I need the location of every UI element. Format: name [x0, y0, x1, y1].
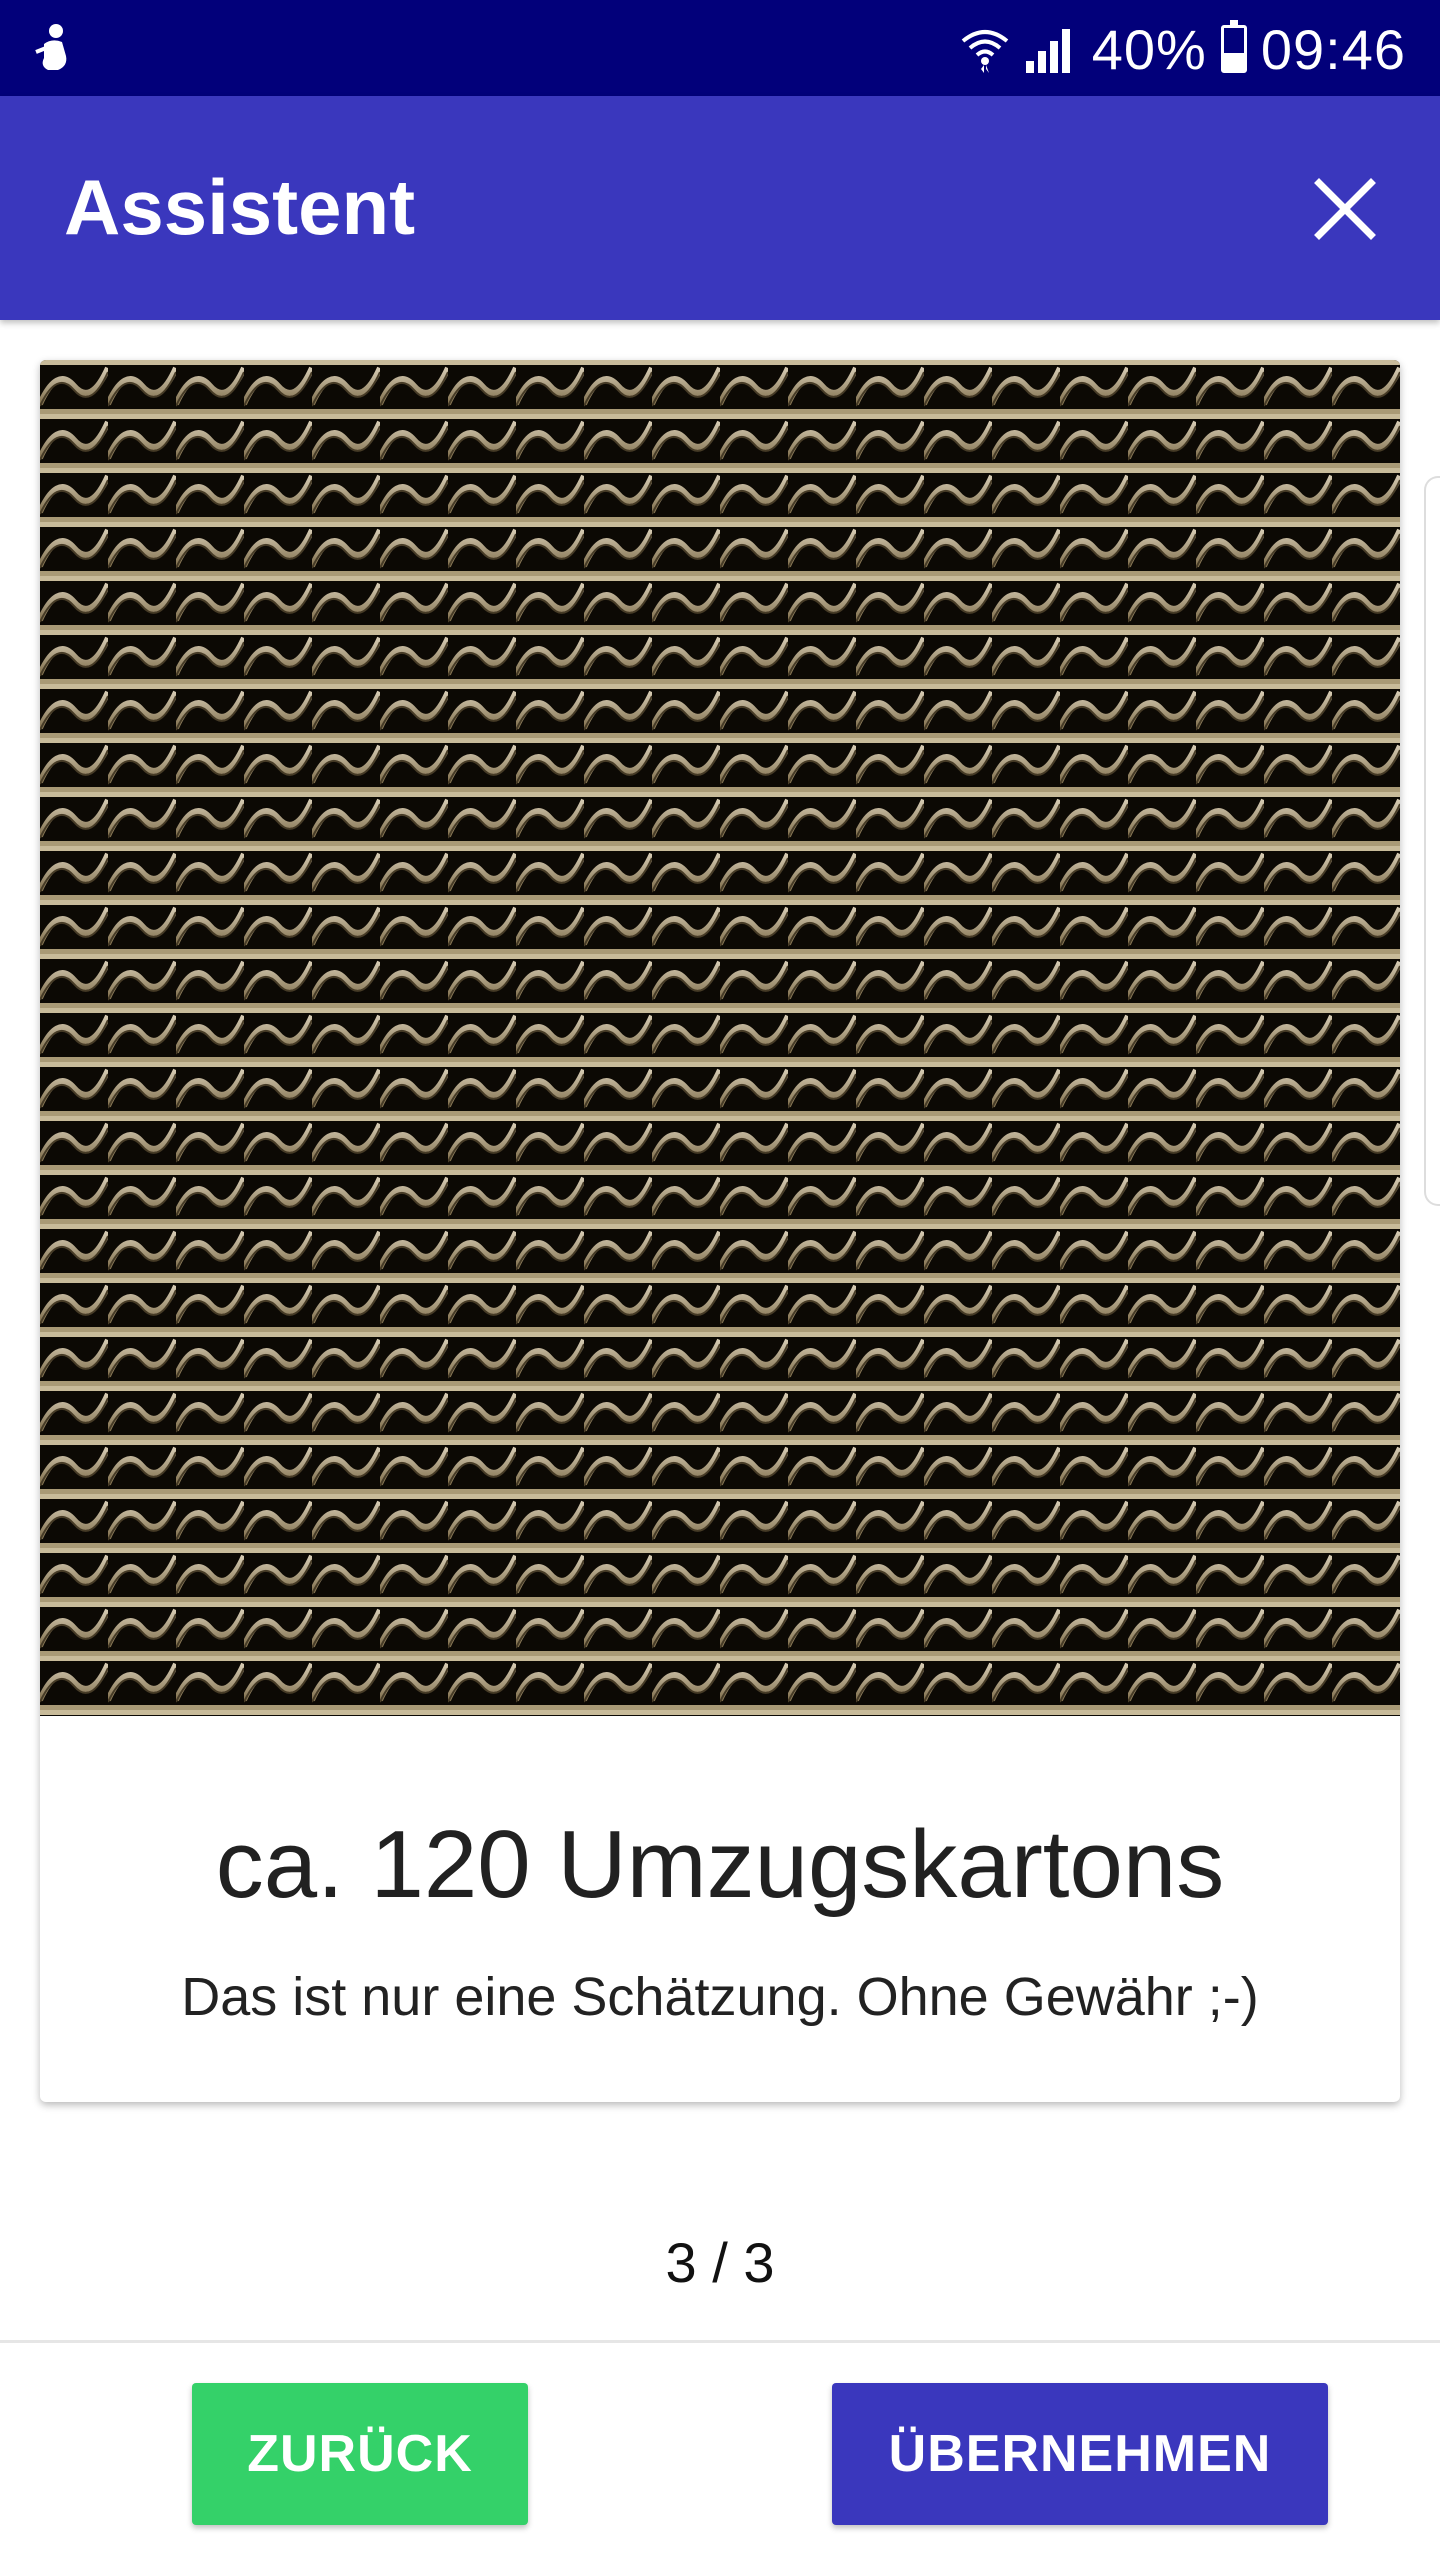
next-card-edge [1424, 476, 1440, 1206]
wifi-icon [961, 30, 1009, 73]
app-bar: Assistent [0, 96, 1440, 320]
status-bar: 40% 09:46 [0, 0, 1440, 96]
signal-icon [1025, 29, 1070, 73]
battery-icon [1220, 20, 1247, 73]
close-button[interactable] [1290, 154, 1400, 264]
page-title: Assistent [64, 163, 416, 251]
estimate-disclaimer: Das ist nur eine Schätzung. Ohne Gewähr … [181, 1967, 1259, 2027]
page-indicator: 3 / 3 [665, 2231, 775, 2294]
app-notification-icon [35, 24, 67, 70]
apply-button[interactable]: ÜBERNEHMEN [832, 2383, 1328, 2525]
back-button[interactable]: ZURÜCK [192, 2383, 528, 2525]
result-card: ca. 120 Umzugskartons Das ist nur eine S… [40, 360, 1400, 2102]
estimate-title: ca. 120 Umzugskartons [215, 1811, 1225, 1918]
close-icon [1314, 178, 1376, 240]
corrugated-cardboard-image [40, 360, 1400, 1716]
bottom-action-bar: ZURÜCK ÜBERNEHMEN [0, 2340, 1440, 2563]
battery-percent: 40% [1091, 17, 1207, 81]
status-time: 09:46 [1260, 17, 1406, 81]
